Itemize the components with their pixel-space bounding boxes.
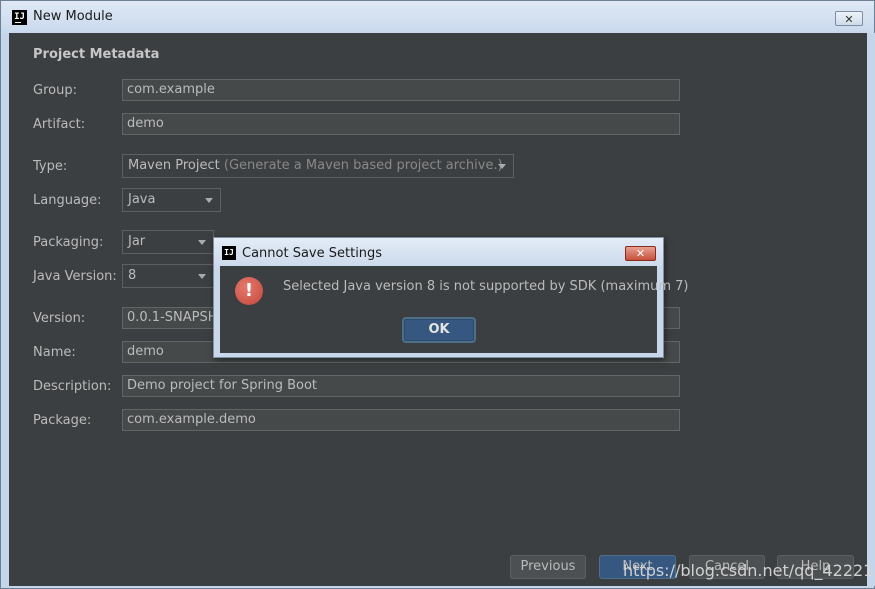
chevron-down-icon — [205, 198, 213, 203]
language-dropdown[interactable]: Java — [122, 188, 221, 212]
description-field[interactable]: Demo project for Spring Boot — [122, 375, 680, 397]
dialog-titlebar[interactable]: IJ Cannot Save Settings ✕ — [214, 238, 663, 266]
dialog-close-button[interactable]: ✕ — [625, 246, 656, 261]
version-label: Version: — [33, 311, 86, 326]
previous-button[interactable]: Previous — [510, 555, 586, 579]
type-value: Maven Project — [128, 158, 220, 173]
packaging-dropdown[interactable]: Jar — [122, 230, 214, 254]
type-dropdown[interactable]: Maven Project (Generate a Maven based pr… — [122, 154, 514, 178]
group-label: Group: — [33, 83, 77, 98]
java-version-dropdown[interactable]: 8 — [122, 264, 214, 288]
name-label: Name: — [33, 345, 76, 360]
packaging-label: Packaging: — [33, 235, 104, 250]
ok-button[interactable]: OK — [402, 317, 476, 343]
description-label: Description: — [33, 379, 112, 394]
window-title: New Module — [33, 9, 113, 24]
window-right-border — [867, 33, 875, 586]
java-version-value: 8 — [128, 268, 137, 283]
type-label: Type: — [33, 159, 68, 174]
artifact-label: Artifact: — [33, 117, 86, 132]
error-icon: ! — [235, 277, 263, 305]
window-titlebar[interactable]: IJ New Module ✕ — [1, 1, 874, 33]
dialog-title: Cannot Save Settings — [242, 246, 383, 261]
group-field[interactable]: com.example — [122, 79, 680, 101]
error-message: Selected Java version 8 is not supported… — [283, 279, 689, 294]
language-label: Language: — [33, 193, 102, 208]
type-hint: (Generate a Maven based project archive.… — [219, 158, 503, 173]
package-label: Package: — [33, 413, 92, 428]
chevron-down-icon — [498, 164, 506, 169]
dialog-body: ! Selected Java version 8 is not support… — [220, 266, 689, 353]
language-value: Java — [128, 192, 156, 207]
window-left-border — [1, 33, 9, 586]
package-field[interactable]: com.example.demo — [122, 409, 680, 431]
chevron-down-icon — [198, 240, 206, 245]
packaging-value: Jar — [128, 234, 146, 249]
java-version-label: Java Version: — [33, 269, 117, 284]
watermark-text: https://blog.csdn.net/qq_42221135 — [623, 561, 875, 580]
section-title: Project Metadata — [33, 47, 160, 62]
intellij-app-icon: IJ — [12, 10, 27, 25]
cannot-save-settings-dialog: IJ Cannot Save Settings ✕ ! Selected Jav… — [213, 237, 689, 358]
chevron-down-icon — [198, 274, 206, 279]
intellij-app-icon: IJ — [222, 246, 236, 260]
window-close-button[interactable]: ✕ — [835, 11, 863, 26]
artifact-field[interactable]: demo — [122, 113, 680, 135]
